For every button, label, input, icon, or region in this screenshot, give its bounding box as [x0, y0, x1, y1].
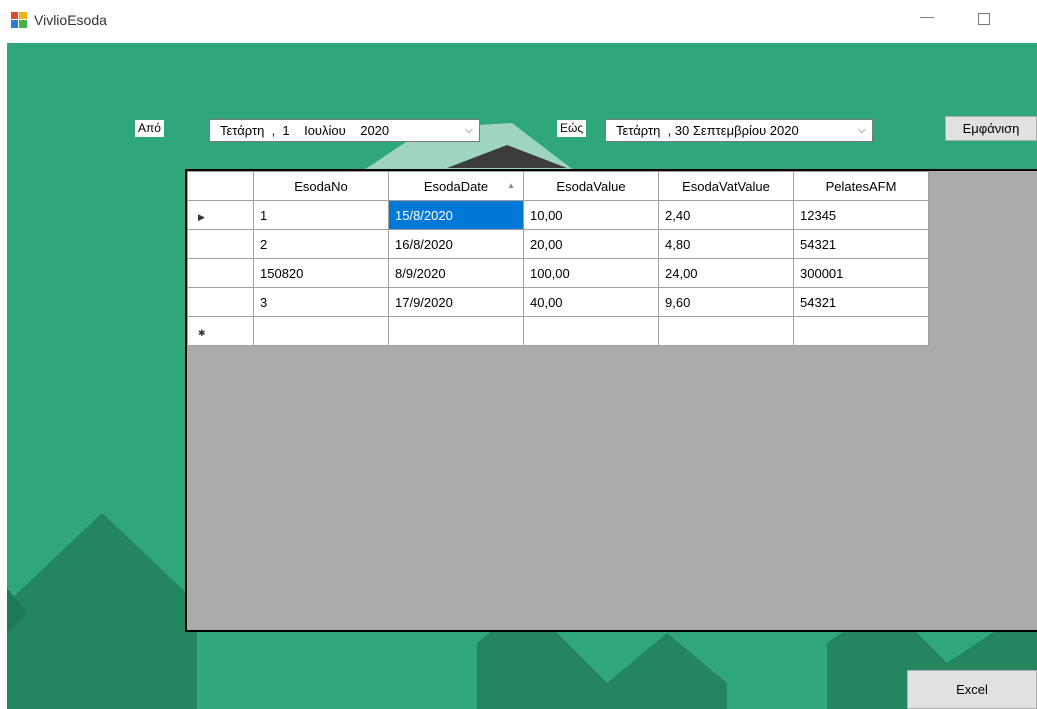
new-row-icon: ✱ [198, 327, 206, 338]
from-label: Από [135, 120, 164, 137]
cell-esodano[interactable]: 2 [253, 229, 389, 259]
row-header[interactable] [187, 287, 254, 317]
table-row[interactable]: ▶ 1 15/8/2020 10,00 2,40 12345 [187, 200, 929, 230]
data-grid[interactable]: EsodaNo EsodaDate ▲ EsodaValue EsodaVatVa… [185, 169, 1037, 632]
table-row[interactable]: 2 16/8/2020 20,00 4,80 54321 [187, 229, 929, 259]
cell-esodavatvalue[interactable]: 2,40 [658, 200, 794, 230]
from-date-value: Τετάρτη , 1 Ιουλίου 2020 [220, 123, 390, 138]
column-header-esodadate[interactable]: EsodaDate ▲ [388, 171, 524, 201]
cell-empty[interactable] [388, 316, 524, 346]
cell-esodavalue[interactable]: 20,00 [523, 229, 659, 259]
form-client-area: Από Τετάρτη , 1 Ιουλίου 2020 ⌵ Εώς Τετάρ… [7, 43, 1037, 709]
cell-esodadate[interactable]: 17/9/2020 [388, 287, 524, 317]
cell-empty[interactable] [253, 316, 389, 346]
sort-ascending-icon: ▲ [507, 181, 515, 190]
cell-esodavalue[interactable]: 10,00 [523, 200, 659, 230]
cell-esodavatvalue[interactable]: 9,60 [658, 287, 794, 317]
cell-esodano[interactable]: 1 [253, 200, 389, 230]
to-date-picker[interactable]: Τετάρτη , 30 Σεπτεμβρίου 2020 ⌵ [605, 119, 873, 142]
cell-esodano[interactable]: 150820 [253, 258, 389, 288]
cell-pelatesafm[interactable]: 12345 [793, 200, 929, 230]
maximize-button[interactable] [978, 13, 990, 25]
row-header[interactable] [187, 229, 254, 259]
grid-table: EsodaNo EsodaDate ▲ EsodaValue EsodaVatVa… [187, 171, 929, 346]
row-header[interactable] [187, 258, 254, 288]
cell-esodavatvalue[interactable]: 24,00 [658, 258, 794, 288]
new-row[interactable]: ✱ [187, 316, 929, 346]
column-header-esodano[interactable]: EsodaNo [253, 171, 389, 201]
cell-esodavalue[interactable]: 40,00 [523, 287, 659, 317]
window-title: VivlioEsoda [34, 12, 107, 28]
cell-pelatesafm[interactable]: 54321 [793, 229, 929, 259]
chevron-down-icon: ⌵ [464, 124, 473, 136]
corner-header-cell [187, 171, 254, 201]
column-header-pelatesafm[interactable]: PelatesAFM [793, 171, 929, 201]
table-row[interactable]: 150820 8/9/2020 100,00 24,00 300001 [187, 258, 929, 288]
chevron-down-icon: ⌵ [857, 124, 866, 136]
cell-empty[interactable] [523, 316, 659, 346]
app-icon [11, 12, 27, 28]
cell-esodavatvalue[interactable]: 4,80 [658, 229, 794, 259]
show-button[interactable]: Εμφάνιση [945, 116, 1037, 141]
cell-empty[interactable] [658, 316, 794, 346]
column-header-esodavalue[interactable]: EsodaValue [523, 171, 659, 201]
table-row[interactable]: 3 17/9/2020 40,00 9,60 54321 [187, 287, 929, 317]
cell-esodadate[interactable]: 16/8/2020 [388, 229, 524, 259]
cell-esodavalue[interactable]: 100,00 [523, 258, 659, 288]
column-header-esodavatvalue[interactable]: EsodaVatValue [658, 171, 794, 201]
row-header-new[interactable]: ✱ [187, 316, 254, 346]
cell-pelatesafm[interactable]: 54321 [793, 287, 929, 317]
from-date-picker[interactable]: Τετάρτη , 1 Ιουλίου 2020 ⌵ [209, 119, 480, 142]
row-header-current[interactable]: ▶ [187, 200, 254, 230]
cell-esodadate[interactable]: 8/9/2020 [388, 258, 524, 288]
excel-button[interactable]: Excel [907, 670, 1037, 709]
cell-empty[interactable] [793, 316, 929, 346]
grid-header-row: EsodaNo EsodaDate ▲ EsodaValue EsodaVatVa… [187, 171, 929, 201]
cell-esodano[interactable]: 3 [253, 287, 389, 317]
cell-pelatesafm[interactable]: 300001 [793, 258, 929, 288]
to-label: Εώς [557, 120, 587, 137]
title-bar: VivlioEsoda — [0, 0, 1037, 43]
minimize-button[interactable]: — [920, 8, 936, 28]
current-row-icon: ▶ [198, 211, 205, 222]
to-date-value: Τετάρτη , 30 Σεπτεμβρίου 2020 [616, 123, 799, 138]
cell-esodadate-selected[interactable]: 15/8/2020 [388, 200, 524, 230]
